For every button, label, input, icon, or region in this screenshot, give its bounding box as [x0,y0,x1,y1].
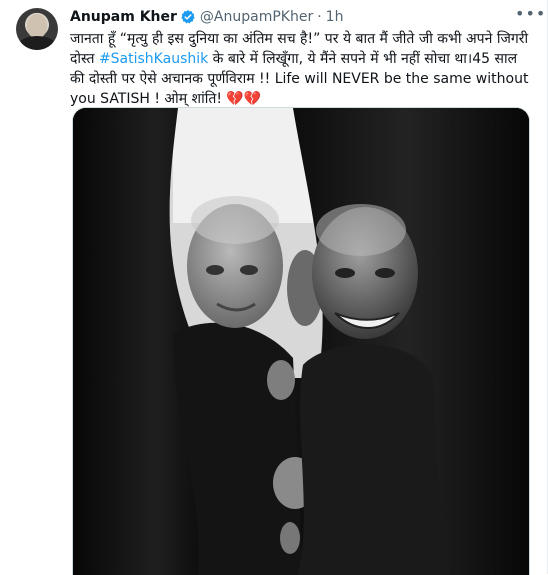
avatar-face [27,14,47,38]
tweet-header: Anupam Kher @AnupamPKher · 1h [70,7,343,27]
verified-badge-icon [180,9,196,25]
separator-dot: · [317,9,322,25]
profile-avatar[interactable] [16,8,58,50]
hashtag-link[interactable]: #SatishKaushik [99,51,208,67]
tweet-card[interactable]: Anupam Kher @AnupamPKher · 1h ••• जानता … [0,0,548,575]
tweet-photo[interactable] [72,107,530,575]
author-handle[interactable]: @AnupamPKher [200,9,313,25]
broken-heart-emoji: 💔💔 [226,91,262,107]
tweet-timestamp[interactable]: 1h [326,9,344,25]
author-name[interactable]: Anupam Kher [70,9,177,25]
avatar-shirt [18,36,56,50]
tweet-text: जानता हूँ “मृत्यु ही इस दुनिया का अंतिम … [70,29,532,109]
more-options-icon[interactable]: ••• [515,6,545,23]
